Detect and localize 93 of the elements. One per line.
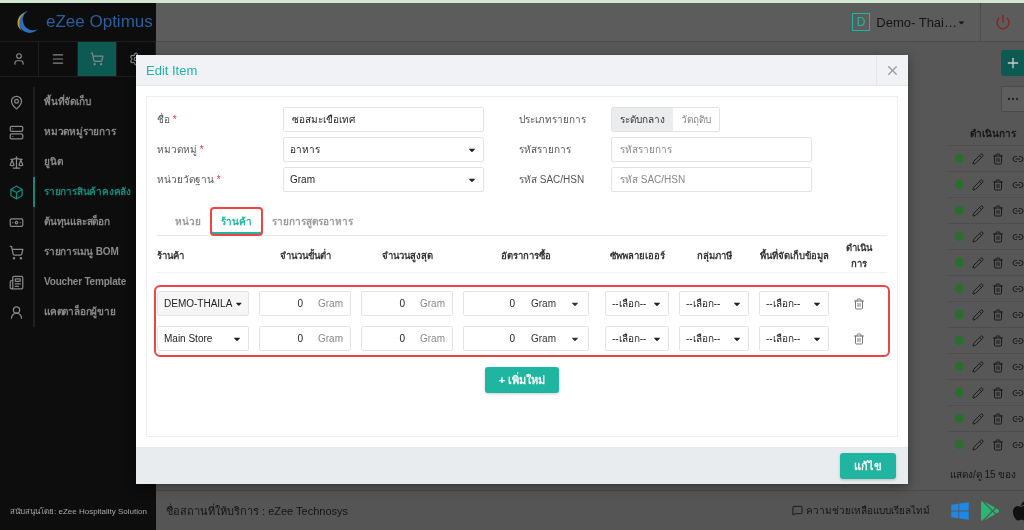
cart-icon (90, 52, 104, 66)
plus-icon (1005, 55, 1021, 71)
map-pin-icon (9, 94, 24, 110)
trash-icon[interactable] (992, 152, 1004, 165)
trash-icon[interactable] (992, 178, 1004, 191)
edit-icon[interactable] (972, 308, 984, 321)
store-select[interactable]: DEMO-THAILA (157, 291, 249, 316)
sidebar-item[interactable]: รายการสินค้าคงคลัง (33, 177, 131, 207)
rate-field[interactable]: 0 Gram (463, 326, 589, 351)
trash-icon (853, 297, 865, 310)
edit-icon[interactable] (972, 438, 984, 451)
field-label: หน่วยวัดฐาน * (157, 173, 222, 188)
rate-field[interactable]: 0 Gram (463, 291, 589, 316)
select-field[interactable]: Gram (283, 167, 484, 192)
column-header: ร้านค้า (157, 248, 185, 263)
chat-icon (792, 505, 803, 516)
column-header: จำนวนสูงสุด (380, 248, 434, 264)
column-header: กลุ่มภาษี (695, 248, 733, 264)
property-badge: D (851, 13, 871, 31)
box-icon (9, 184, 24, 200)
cart-icon (9, 244, 24, 260)
supplier-select[interactable]: --เลือก-- (605, 291, 669, 316)
quantity-field[interactable]: 0 Gram (361, 326, 453, 351)
trash-icon[interactable] (992, 438, 1004, 451)
tax-group-select[interactable]: --เลือก-- (679, 291, 749, 316)
windows-icon[interactable] (950, 500, 970, 521)
user-icon (12, 52, 26, 66)
field-label: ชื่อ * (157, 111, 178, 127)
power-icon[interactable] (994, 14, 1011, 30)
trash-icon (853, 332, 865, 345)
server-icon (9, 124, 24, 140)
sidebar-item[interactable]: ต้นทุนและสต็อก (33, 207, 110, 237)
sidebar-footer-text: สนับสนุนโดย: eZee Hospitality Solution (9, 506, 148, 518)
storage-select[interactable]: --เลือก-- (759, 326, 829, 351)
provider-text: ชื่อสถานที่ให้บริการ : eZee Technosys (166, 502, 350, 519)
column-header: ดำเนินการ (970, 127, 1017, 141)
edit-icon[interactable] (972, 256, 984, 269)
sidebar-item[interactable]: แคตตาล็อกผู้ขาย (33, 297, 116, 327)
store-select[interactable]: Main Store (157, 326, 249, 351)
trash-icon[interactable] (992, 386, 1004, 399)
trash-icon[interactable] (992, 282, 1004, 295)
supplier-select[interactable]: --เลือก-- (605, 326, 669, 351)
edit-icon[interactable] (972, 282, 984, 295)
sidebar-item[interactable]: ยูนิต (33, 147, 63, 177)
edit-icon[interactable] (972, 386, 984, 399)
sidebar-tab[interactable] (78, 42, 117, 76)
column-header: พื้นที่จัดเก็บข้อมูล (759, 247, 829, 264)
user-icon (9, 304, 24, 320)
field-label: รหัสรายการ (519, 143, 572, 157)
trash-icon[interactable] (992, 230, 1004, 243)
text-field[interactable]: รหัส SAC/HSN (611, 167, 812, 192)
scale-icon (9, 154, 24, 170)
sidebar-item[interactable]: หมวดหมู่รายการ (33, 117, 116, 147)
sidebar-item[interactable]: Voucher Template (33, 267, 126, 297)
newspaper-icon (9, 274, 24, 290)
play-store-icon[interactable] (980, 500, 1000, 521)
trash-icon[interactable] (992, 334, 1004, 347)
select-field[interactable]: อาหาร (283, 137, 484, 162)
toggle-option[interactable]: ระดับกลาง (612, 108, 673, 131)
trash-icon[interactable] (992, 360, 1004, 373)
trash-icon[interactable] (992, 308, 1004, 321)
field-label: ประเภทรายการ (519, 113, 587, 127)
trash-icon[interactable] (992, 256, 1004, 269)
dialog-title: Edit Item (145, 62, 199, 80)
storage-select[interactable]: --เลือก-- (759, 291, 829, 316)
field-label: รหัส SAC/HSN (519, 173, 586, 187)
more-button[interactable] (1001, 86, 1024, 112)
column-header: ดำเนินการ (845, 240, 874, 271)
quantity-field[interactable]: 0 Gram (259, 291, 351, 316)
column-header: อัตราการซื้อ (500, 247, 552, 263)
menu-icon (51, 52, 65, 66)
edit-icon[interactable] (972, 152, 984, 165)
edit-icon[interactable] (972, 204, 984, 217)
column-header: จำนวนขั้นต่ำ (278, 247, 332, 263)
trash-icon[interactable] (992, 412, 1004, 425)
logo-text: eZee Optimus (46, 12, 153, 32)
add-button[interactable] (1001, 50, 1024, 76)
edit-icon[interactable] (972, 360, 984, 373)
edit-icon[interactable] (972, 334, 984, 347)
column-header: ซัพพลายเออร์ (608, 248, 666, 263)
pagination-text: แสดง/ดู 15 ของ (950, 468, 1018, 482)
quantity-field[interactable]: 0 Gram (259, 326, 351, 351)
edit-icon[interactable] (972, 230, 984, 243)
field-label: หมวดหมู่ * (157, 143, 205, 158)
sidebar-item[interactable]: รายการเมนู BOM (33, 237, 119, 267)
text-field[interactable]: ซอสมะเขือเทศ (283, 107, 484, 132)
edit-icon[interactable] (972, 178, 984, 191)
tax-group-select[interactable]: --เลือก-- (679, 326, 749, 351)
trash-icon[interactable] (992, 204, 1004, 217)
sidebar-item[interactable]: พื้นที่จัดเก็บ (33, 87, 91, 117)
text-field[interactable]: รหัสรายการ (611, 137, 812, 162)
edit-icon[interactable] (972, 412, 984, 425)
quantity-field[interactable]: 0 Gram (361, 291, 453, 316)
